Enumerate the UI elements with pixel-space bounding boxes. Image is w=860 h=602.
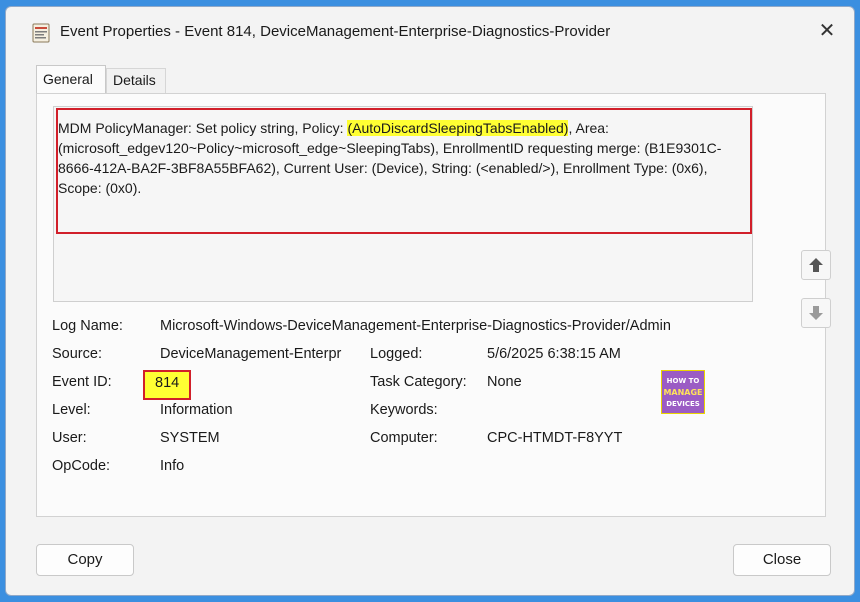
title-bar: Event Properties - Event 814, DeviceMana…: [6, 7, 854, 53]
opcode-label: OpCode:: [52, 458, 111, 474]
source-label: Source:: [52, 346, 102, 362]
event-id-value: 814: [155, 375, 180, 391]
general-panel: MDM PolicyManager: Set policy string, Po…: [36, 93, 831, 517]
tab-details[interactable]: Details: [106, 68, 166, 93]
event-description: MDM PolicyManager: Set policy string, Po…: [58, 118, 748, 198]
tab-general[interactable]: General: [36, 65, 106, 95]
logged-label: Logged:: [370, 346, 423, 362]
logged-value: 5/6/2025 6:38:15 AM: [487, 346, 621, 362]
level-value: Information: [160, 402, 233, 418]
event-id-label: Event ID:: [52, 374, 112, 390]
copy-button[interactable]: Copy: [36, 544, 134, 576]
close-button[interactable]: Close: [733, 544, 831, 576]
task-category-value: None: [487, 374, 522, 390]
user-value: SYSTEM: [160, 430, 220, 446]
next-event-button[interactable]: [801, 298, 831, 328]
policy-name-highlight: (AutoDiscardSleepingTabsEnabled): [347, 120, 569, 136]
event-viewer-icon: [32, 23, 50, 43]
event-description-box[interactable]: MDM PolicyManager: Set policy string, Po…: [53, 106, 753, 302]
arrow-down-icon: [809, 306, 823, 320]
message-text-start: MDM PolicyManager: Set policy string, Po…: [58, 120, 348, 136]
logo-line-2: MANAGE: [663, 388, 703, 397]
event-properties-window: Event Properties - Event 814, DeviceMana…: [5, 6, 855, 596]
previous-event-button[interactable]: [801, 250, 831, 280]
keywords-label: Keywords:: [370, 402, 438, 418]
logo-line-1: HOW TO: [666, 377, 700, 385]
log-name-value: Microsoft-Windows-DeviceManagement-Enter…: [160, 318, 671, 334]
howtomanagedevices-logo: HOW TO MANAGE DEVICES: [661, 370, 705, 414]
log-name-label: Log Name:: [52, 318, 123, 334]
window-title: Event Properties - Event 814, DeviceMana…: [60, 23, 611, 40]
level-label: Level:: [52, 402, 91, 418]
logo-line-3: DEVICES: [666, 400, 700, 408]
source-value: DeviceManagement-Enterpr: [160, 346, 342, 362]
user-label: User:: [52, 430, 87, 446]
computer-value: CPC-HTMDT-F8YYT: [487, 430, 623, 446]
arrow-up-icon: [809, 258, 823, 272]
opcode-value: Info: [160, 458, 185, 474]
close-icon[interactable]: ✕: [814, 18, 840, 44]
computer-label: Computer:: [370, 430, 438, 446]
task-category-label: Task Category:: [370, 374, 467, 390]
